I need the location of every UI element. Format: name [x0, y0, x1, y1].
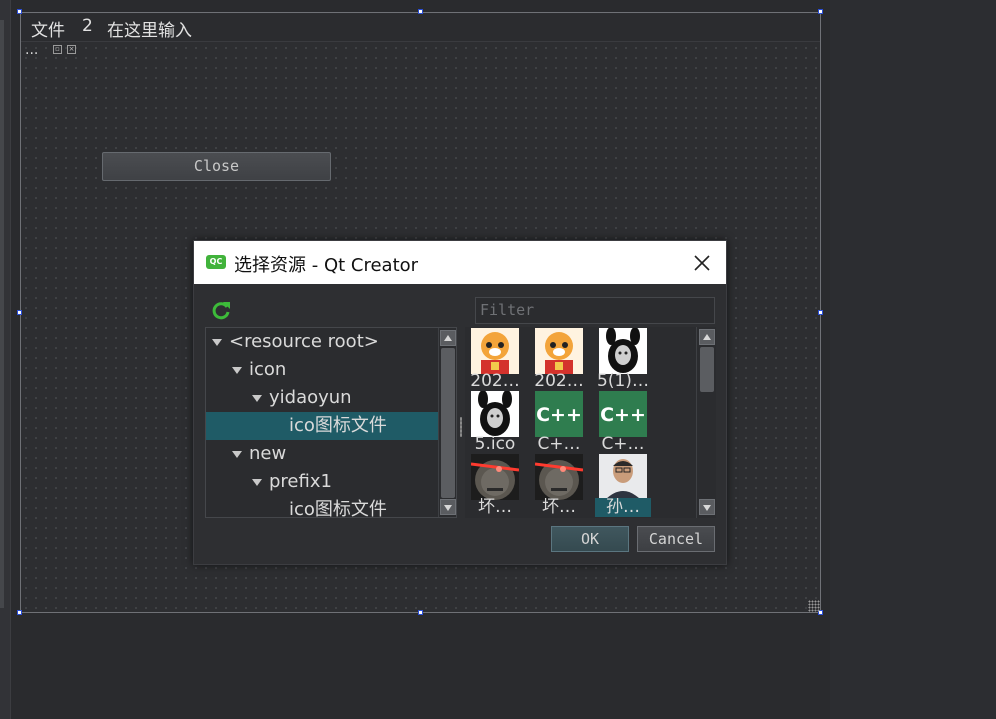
ok-button[interactable]: OK [551, 526, 629, 552]
splitter-handle[interactable] [460, 417, 462, 437]
resource-icon-label: 5(1)… [597, 372, 649, 391]
svg-text:C++: C++ [600, 404, 646, 426]
expand-arrow-icon[interactable] [252, 395, 262, 402]
bunny-face-thumbnail-icon [599, 328, 647, 374]
laser-face-thumbnail-icon [471, 454, 519, 500]
icon-grid-scrollbar[interactable] [696, 327, 716, 518]
cancel-button[interactable]: Cancel [637, 526, 715, 552]
resize-handle-right[interactable] [818, 310, 823, 315]
expand-arrow-icon[interactable] [232, 451, 242, 458]
resource-icon-item[interactable]: 坏… [467, 454, 523, 517]
resource-icon-item[interactable]: 202… [531, 328, 587, 391]
tree-item[interactable]: ico图标文件 [206, 412, 438, 440]
scroll-up-icon[interactable] [440, 330, 456, 346]
resize-handle-bottom[interactable] [418, 610, 423, 615]
resource-icon-item[interactable]: 202… [467, 328, 523, 391]
resource-tree[interactable]: <resource root> icon yidaoyun ico图标文件 new pre… [205, 327, 457, 518]
float-icon[interactable]: ▫ [53, 45, 62, 54]
dialog-close-icon[interactable] [691, 252, 713, 274]
resize-handle-left[interactable] [17, 310, 22, 315]
left-panel-splitter[interactable] [0, 20, 4, 608]
resource-icon-label: 202… [470, 372, 520, 391]
expand-arrow-icon[interactable] [252, 479, 262, 486]
resource-icon-item[interactable]: C++ C+… [595, 391, 651, 454]
tree-item[interactable]: ico图标文件 [206, 496, 438, 518]
tree-item-label: new [249, 443, 287, 464]
close-button[interactable]: Close [102, 152, 331, 181]
tree-item-label: icon [249, 359, 287, 380]
resize-handle-bottom-left[interactable] [17, 610, 22, 615]
resource-icon-label: 坏… [478, 498, 512, 517]
left-panel-strip [0, 0, 11, 719]
resource-icon-item[interactable]: 孙… [595, 454, 651, 517]
select-resource-dialog: QC 选择资源 - Qt Creator <resource root> icon… [193, 240, 727, 565]
tree-item[interactable]: icon [206, 356, 438, 384]
reload-icon[interactable] [210, 299, 232, 321]
resource-icon-label: 5.ico [474, 435, 516, 454]
right-panel-area [830, 0, 996, 719]
expand-arrow-icon[interactable] [212, 339, 222, 346]
tree-scrollbar[interactable] [438, 328, 456, 517]
portrait-thumbnail-icon [599, 454, 647, 500]
menu-type-here[interactable]: 在这里输入 [107, 16, 192, 41]
size-grip-icon[interactable] [808, 600, 820, 612]
tree-item-label: prefix1 [269, 471, 332, 492]
menu-2[interactable]: 2 [82, 16, 93, 36]
svg-text:C++: C++ [536, 404, 582, 426]
tree-item[interactable]: new [206, 440, 438, 468]
laser-face-thumbnail-icon [535, 454, 583, 500]
resource-icon-label: C+… [601, 435, 645, 454]
bunny-face-thumbnail-icon [471, 391, 519, 437]
cpp-thumbnail-icon: C++ [599, 391, 647, 437]
dialog-title: 选择资源 - Qt Creator [234, 255, 419, 276]
tree-item-label: ico图标文件 [289, 499, 387, 518]
qt-creator-logo-icon: QC [206, 255, 226, 269]
icon-scroll-thumb[interactable] [700, 347, 714, 392]
icon-scroll-down-icon[interactable] [699, 499, 715, 515]
toolbar-placeholder-dots: ... [25, 42, 39, 58]
scroll-down-icon[interactable] [440, 499, 456, 515]
menu-file[interactable]: 文件 [31, 16, 65, 41]
resource-icon-item[interactable]: C++ C+… [531, 391, 587, 454]
filter-input[interactable]: Filter [475, 297, 715, 324]
resource-icon-label: 孙… [595, 498, 651, 517]
resource-icon-label: 202… [534, 372, 584, 391]
icon-scroll-up-icon[interactable] [699, 329, 715, 345]
tree-scroll-thumb[interactable] [441, 348, 455, 498]
form-menubar: 文件 2 在这里输入 [21, 14, 820, 42]
tree-item[interactable]: <resource root> [206, 328, 438, 356]
resource-icon-item[interactable]: 5.ico [467, 391, 523, 454]
tree-item-label: yidaoyun [269, 387, 352, 408]
tree-item[interactable]: prefix1 [206, 468, 438, 496]
resource-icon-grid[interactable]: 202… 202… 5(1)… 5.ico C++ C+… C++ C+… 坏… 坏… 孙… [465, 327, 716, 518]
tree-item-label: ico图标文件 [289, 415, 387, 436]
dialog-titlebar: QC 选择资源 - Qt Creator [194, 241, 726, 284]
expand-arrow-icon[interactable] [232, 367, 242, 374]
tiger-thumbnail-icon [471, 328, 519, 374]
resource-icon-item[interactable]: 坏… [531, 454, 587, 517]
close-small-icon[interactable]: × [67, 45, 76, 54]
tree-item-label: <resource root> [229, 331, 379, 352]
resource-icon-item[interactable]: 5(1)… [595, 328, 651, 391]
tiger-thumbnail-icon [535, 328, 583, 374]
tree-item[interactable]: yidaoyun [206, 384, 438, 412]
resource-icon-label: C+… [537, 435, 581, 454]
cpp-thumbnail-icon: C++ [535, 391, 583, 437]
resource-icon-label: 坏… [542, 498, 576, 517]
